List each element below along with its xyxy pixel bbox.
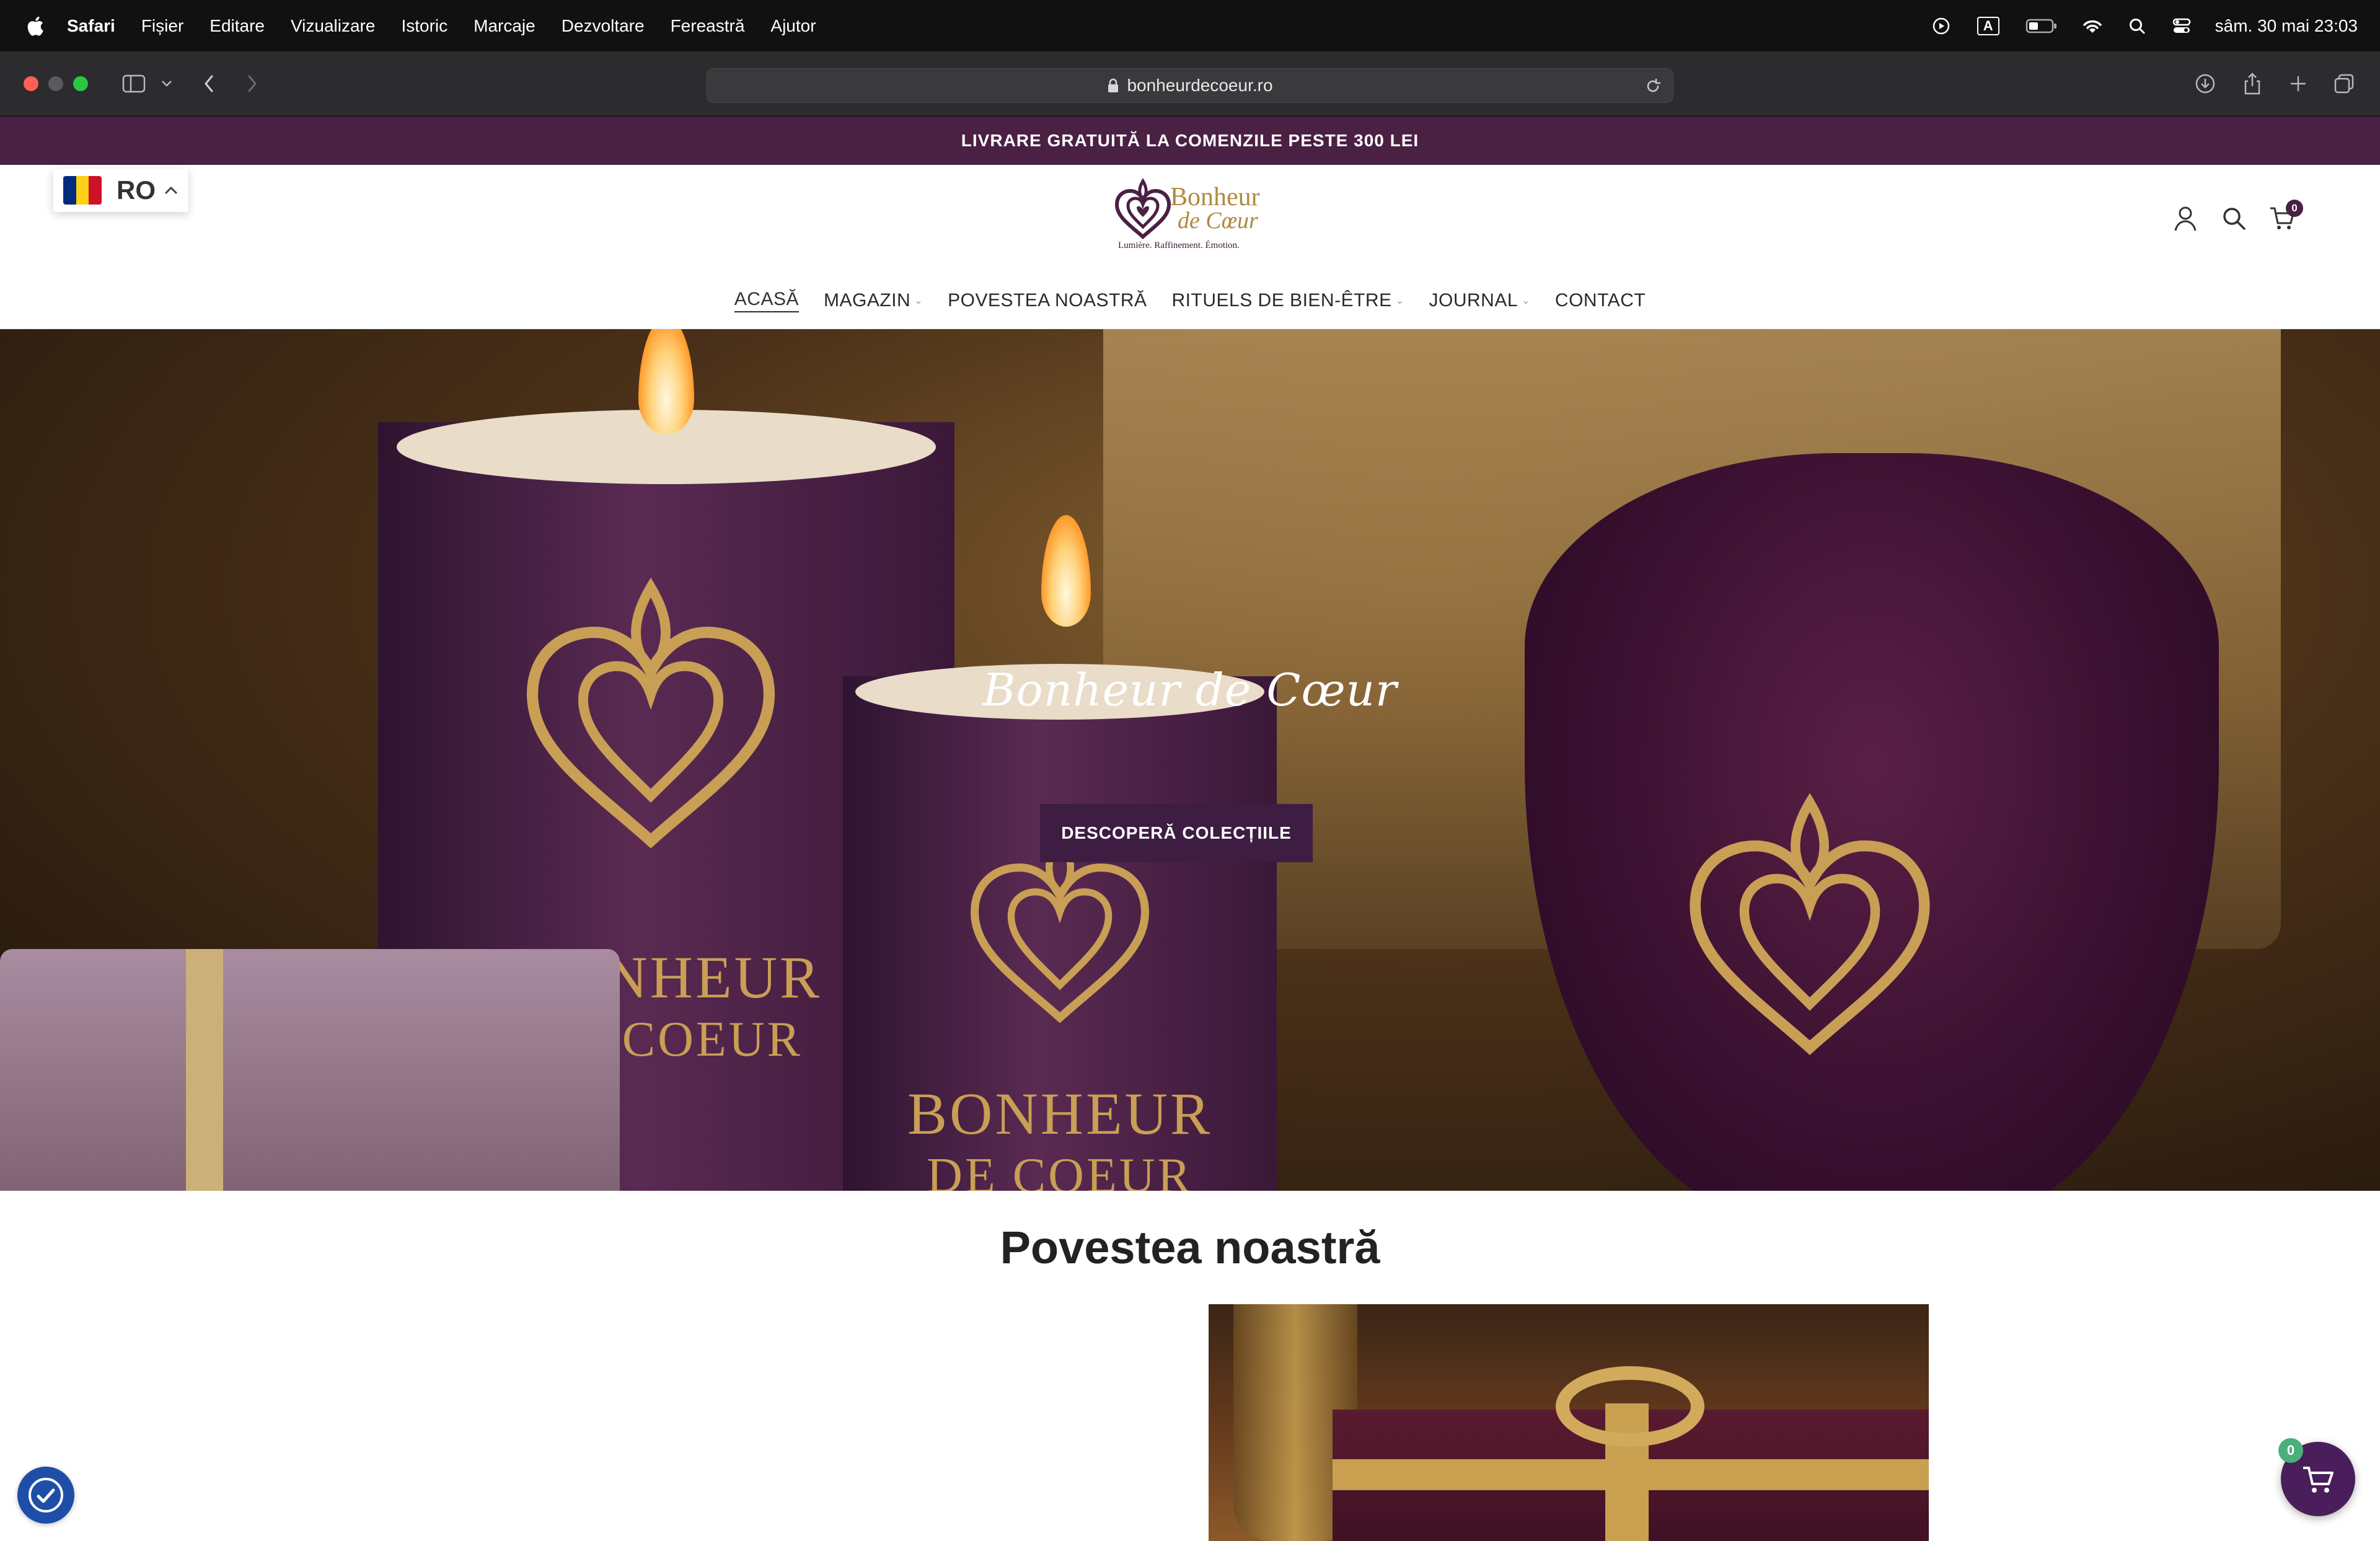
flag-stripe-red [89, 176, 102, 205]
play-circle-icon[interactable] [1930, 15, 1952, 37]
nav-item-home-label: ACASĂ [734, 289, 800, 309]
site-header: RO Bonheur de Cœur Lumière. Raffinement.… [0, 165, 2380, 329]
cart-count-badge: 0 [2286, 200, 2303, 217]
window-minimize-button[interactable] [48, 76, 63, 91]
language-code: RO [117, 175, 156, 205]
chevron-down-icon: ⌄ [1522, 296, 1530, 306]
logo-tagline: Lumière. Raffinement. Émotion. [1118, 241, 1240, 250]
browser-toolbar: bonheurdecoeur.ro [0, 51, 2380, 117]
menu-develop[interactable]: Dezvoltare [562, 16, 645, 36]
chevron-down-icon[interactable] [157, 70, 176, 97]
candle-flame-icon [638, 329, 694, 435]
free-shipping-text: LIVRARE GRATUITĂ LA COMENZILE PESTE 300 … [961, 131, 1419, 150]
new-tab-icon[interactable] [2286, 70, 2311, 97]
nav-item-contact[interactable]: CONTACT [1555, 290, 1646, 311]
discover-collections-button[interactable]: DESCOPERĂ COLECȚIILE [1040, 804, 1313, 862]
cart-icon[interactable]: 0 [2266, 200, 2303, 234]
nav-item-journal[interactable]: JOURNAL ⌄ [1429, 290, 1530, 311]
menu-view[interactable]: Vizualizare [291, 16, 375, 36]
hero-banner: BONHEUR DE COEUR BONHEUR DE COEUR Bonheu… [0, 329, 2380, 1191]
candle-brand-text-small: BONHEUR DE COEUR [843, 1079, 1277, 1191]
menubar-status-area: A sâm. 30 mai 23:03 [1930, 0, 2358, 51]
nav-item-journal-label: JOURNAL [1429, 290, 1518, 311]
search-icon[interactable] [2218, 202, 2250, 234]
menu-window[interactable]: Fereastră [671, 16, 745, 36]
candle-brand-line2: DE COEUR [927, 1149, 1193, 1191]
nav-item-shop-label: MAGAZIN [824, 290, 911, 311]
candle-flame-icon [1041, 515, 1091, 627]
address-bar-url: bonheurdecoeur.ro [1127, 76, 1273, 95]
control-center-icon[interactable] [2171, 15, 2193, 37]
account-icon[interactable] [2169, 202, 2202, 234]
menu-history[interactable]: Istoric [401, 16, 447, 36]
apple-logo-icon[interactable] [25, 15, 45, 37]
floating-cart-button[interactable]: 0 [2278, 1438, 2355, 1516]
story-gift-bow [1556, 1366, 1704, 1447]
site-logo[interactable]: Bonheur de Cœur Lumière. Raffinement. Ém… [1112, 176, 1268, 257]
nav-item-home[interactable]: ACASĂ [734, 289, 800, 312]
hero-title: Bonheur de Cœur [982, 664, 1398, 716]
share-icon[interactable] [2240, 70, 2265, 97]
accessibility-icon [29, 1478, 63, 1512]
spotlight-search-icon[interactable] [2126, 15, 2148, 37]
chevron-down-icon: ⌄ [914, 296, 923, 306]
main-navigation: ACASĂ MAGAZIN ⌄ POVESTEA NOASTRĂ RITUELS … [0, 285, 2380, 316]
accessibility-widget-button[interactable] [17, 1467, 74, 1524]
nav-item-shop[interactable]: MAGAZIN ⌄ [824, 290, 923, 311]
chevron-up-icon [164, 186, 178, 195]
menubar-clock[interactable]: sâm. 30 mai 23:03 [2215, 16, 2358, 36]
logo-wordmark-line2: de Cœur [1178, 208, 1258, 234]
tab-overview-icon[interactable] [2332, 70, 2356, 97]
reload-icon[interactable] [1644, 77, 1662, 95]
heart-emblem-icon [526, 577, 775, 849]
our-story-image [1209, 1304, 1929, 1541]
input-source-icon[interactable]: A [1975, 15, 2002, 37]
flag-stripe-yellow [76, 176, 89, 205]
shopping-cart-icon [2303, 1467, 2334, 1493]
language-switcher[interactable]: RO [53, 169, 188, 212]
heart-flame-logo-icon [1114, 178, 1171, 240]
downloads-icon[interactable] [2193, 70, 2218, 97]
heart-emblem-icon [1690, 793, 1930, 1056]
menu-app-name[interactable]: Safari [67, 16, 115, 36]
nav-item-our-story[interactable]: POVESTEA NOASTRĂ [948, 290, 1147, 311]
menu-edit[interactable]: Editare [209, 16, 265, 36]
candle-brand-line1: BONHEUR [907, 1080, 1212, 1147]
macos-menu-bar: Safari Fișier Editare Vizualizare Istori… [0, 0, 2380, 51]
section-title-our-story: Povestea noastră [1000, 1222, 1380, 1273]
free-shipping-banner: LIVRARE GRATUITĂ LA COMENZILE PESTE 300 … [0, 117, 2380, 165]
wifi-icon[interactable] [2081, 15, 2104, 37]
lock-icon [1108, 78, 1119, 92]
floating-cart-count-badge: 0 [2278, 1438, 2303, 1463]
nav-item-wellbeing-rituals[interactable]: RITUELS DE BIEN-ÊTRE ⌄ [1172, 290, 1404, 311]
window-zoom-button[interactable] [73, 76, 88, 91]
sidebar-toggle-icon[interactable] [120, 70, 148, 97]
nav-item-wellbeing-rituals-label: RITUELS DE BIEN-ÊTRE [1171, 290, 1392, 311]
nav-item-our-story-label: POVESTEA NOASTRĂ [948, 290, 1147, 311]
romania-flag-icon [63, 176, 102, 205]
battery-icon[interactable] [2024, 15, 2059, 37]
forward-arrow-icon[interactable] [243, 70, 262, 97]
hero-gift-ribbon [186, 949, 223, 1191]
hero-soap-gift-image [0, 949, 620, 1191]
flag-stripe-blue [63, 176, 76, 205]
menu-help[interactable]: Ajutor [770, 16, 816, 36]
address-bar[interactable]: bonheurdecoeur.ro [707, 68, 1673, 103]
menu-bookmarks[interactable]: Marcaje [474, 16, 536, 36]
window-close-button[interactable] [24, 76, 38, 91]
nav-item-contact-label: CONTACT [1554, 290, 1646, 311]
menu-file[interactable]: Fișier [141, 16, 183, 36]
chevron-down-icon: ⌄ [1395, 296, 1404, 306]
back-arrow-icon[interactable] [200, 70, 218, 97]
input-source-label: A [1977, 16, 1999, 35]
